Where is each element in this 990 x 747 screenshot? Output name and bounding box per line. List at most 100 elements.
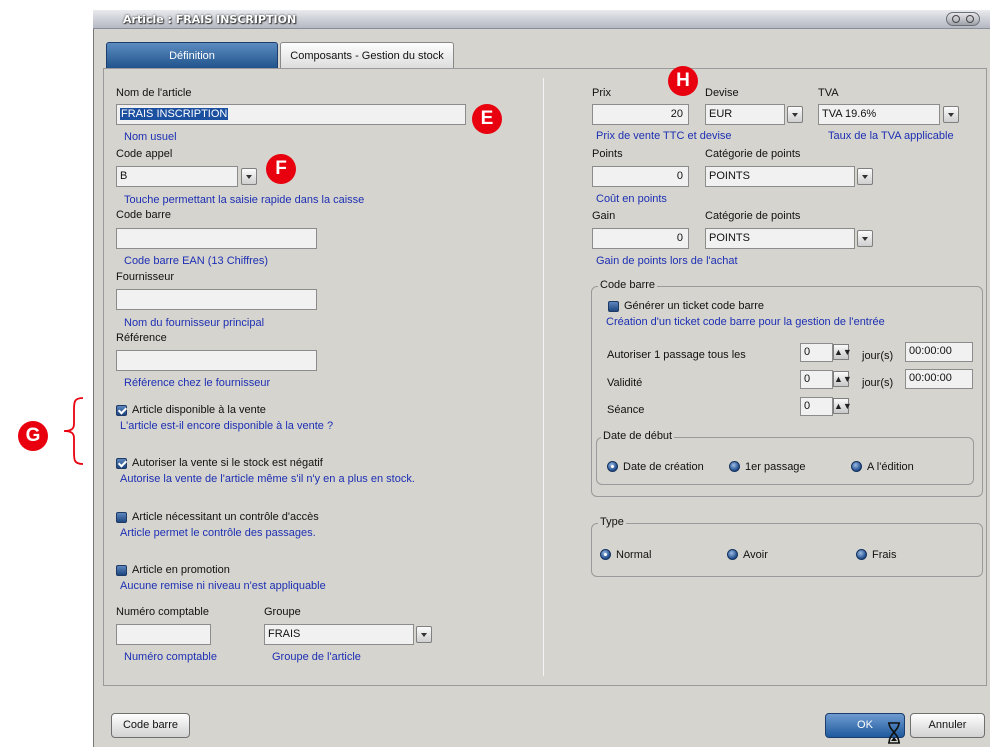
stock-negatif-hint: Autorise la vente de l'article même s'il… xyxy=(120,473,415,485)
controle-acces-checkbox[interactable] xyxy=(116,512,127,523)
autoriser-unit: jour(s) xyxy=(862,350,894,362)
tab-definition[interactable]: Définition xyxy=(106,42,278,69)
annuler-button[interactable]: Annuler xyxy=(910,713,985,738)
minimize-icon[interactable] xyxy=(952,15,960,23)
code-barre-group-legend: Code barre xyxy=(598,279,658,291)
groupe-hint: Groupe de l'article xyxy=(272,651,361,663)
annotation-e-badge: E xyxy=(472,104,502,134)
type-frais-radio[interactable] xyxy=(856,549,867,560)
promotion-checkbox[interactable] xyxy=(116,565,127,576)
annotation-g-badge: G xyxy=(18,421,48,451)
nom-label: Nom de l'article xyxy=(116,87,192,99)
autoriser-spinner-icon[interactable]: ▲▼ xyxy=(833,344,852,360)
devise-select[interactable]: EUR xyxy=(705,104,785,125)
validite-spinner-icon[interactable]: ▲▼ xyxy=(833,371,852,387)
controle-acces-hint: Article permet le contrôle des passages. xyxy=(120,527,316,539)
code-barre-label: Code barre xyxy=(116,209,172,221)
disponible-label: Article disponible à la vente xyxy=(132,404,266,416)
hourglass-icon xyxy=(888,722,900,744)
autoriser-time-input[interactable]: 00:00:00 xyxy=(905,342,973,362)
tva-chevron-down-icon[interactable] xyxy=(943,106,959,123)
window-controls[interactable] xyxy=(946,12,980,26)
numero-comptable-label: Numéro comptable xyxy=(116,606,209,618)
type-frais-label: Frais xyxy=(872,549,897,561)
seance-spinner-icon[interactable]: ▲▼ xyxy=(833,398,852,414)
autoriser-input[interactable]: 0 xyxy=(800,343,833,362)
cat-points-2-chevron-down-icon[interactable] xyxy=(857,230,873,247)
date-creation-radio[interactable] xyxy=(607,461,618,472)
annotation-f-badge: F xyxy=(266,154,296,184)
cat-points-1-select[interactable]: POINTS xyxy=(705,166,855,187)
prix-label: Prix xyxy=(592,87,611,99)
a-edition-label: A l'édition xyxy=(867,461,914,473)
autoriser-label: Autoriser 1 passage tous les xyxy=(607,349,746,361)
stock-negatif-checkbox[interactable] xyxy=(116,458,127,469)
maximize-icon[interactable] xyxy=(966,15,974,23)
tva-select[interactable]: TVA 19.6% xyxy=(818,104,940,125)
points-hint: Coût en points xyxy=(596,193,667,205)
seance-label: Séance xyxy=(607,404,645,416)
fournisseur-input[interactable] xyxy=(116,289,317,310)
nom-value: FRAIS INSCRIPTION xyxy=(120,108,229,120)
reference-input[interactable] xyxy=(116,350,317,371)
nom-input[interactable]: FRAIS INSCRIPTION xyxy=(116,104,466,125)
title-bar[interactable]: Article : FRAIS INSCRIPTION xyxy=(93,10,990,29)
premier-passage-label: 1er passage xyxy=(745,461,806,473)
fournisseur-hint: Nom du fournisseur principal xyxy=(124,317,265,329)
annotation-brace-icon xyxy=(63,397,84,465)
nom-hint: Nom usuel xyxy=(124,131,177,143)
type-avoir-radio[interactable] xyxy=(727,549,738,560)
devise-label: Devise xyxy=(705,87,739,99)
cat-points-1-chevron-down-icon[interactable] xyxy=(857,168,873,185)
gain-input[interactable]: 0 xyxy=(592,228,689,249)
groupe-select[interactable]: FRAIS xyxy=(264,624,414,645)
code-barre-hint: Code barre EAN (13 Chiffres) xyxy=(124,255,269,267)
code-barre-input[interactable] xyxy=(116,228,317,249)
reference-hint: Référence chez le fournisseur xyxy=(124,377,271,389)
disponible-hint: L'article est-il encore disponible à la … xyxy=(120,420,334,432)
code-barre-button[interactable]: Code barre xyxy=(111,713,190,738)
cat-points-2-label: Catégorie de points xyxy=(705,210,801,222)
tva-label: TVA xyxy=(818,87,839,99)
promotion-label: Article en promotion xyxy=(132,564,230,576)
validite-time-input[interactable]: 00:00:00 xyxy=(905,369,973,389)
devise-chevron-down-icon[interactable] xyxy=(787,106,803,123)
type-normal-label: Normal xyxy=(616,549,652,561)
type-avoir-label: Avoir xyxy=(743,549,768,561)
numero-comptable-hint: Numéro comptable xyxy=(124,651,217,663)
gain-label: Gain xyxy=(592,210,616,222)
annotation-h-badge: H xyxy=(668,66,698,96)
groupe-chevron-down-icon[interactable] xyxy=(416,626,432,643)
groupe-label: Groupe xyxy=(264,606,301,618)
prix-hint: Prix de vente TTC et devise xyxy=(596,130,732,142)
window-title: Article : FRAIS INSCRIPTION xyxy=(123,13,297,26)
validite-input[interactable]: 0 xyxy=(800,370,833,389)
type-legend: Type xyxy=(598,516,626,528)
prix-input[interactable]: 20 xyxy=(592,104,689,125)
code-appel-label: Code appel xyxy=(116,148,173,160)
tva-hint: Taux de la TVA applicable xyxy=(828,130,954,142)
gain-hint: Gain de points lors de l'achat xyxy=(596,255,738,267)
points-input[interactable]: 0 xyxy=(592,166,689,187)
reference-label: Référence xyxy=(116,332,167,344)
validite-label: Validité xyxy=(607,377,643,389)
type-normal-radio[interactable] xyxy=(600,549,611,560)
disponible-checkbox[interactable] xyxy=(116,405,127,416)
points-label: Points xyxy=(592,148,623,160)
cat-points-2-select[interactable]: POINTS xyxy=(705,228,855,249)
code-appel-select[interactable]: B xyxy=(116,166,238,187)
validite-unit: jour(s) xyxy=(862,377,894,389)
a-edition-radio[interactable] xyxy=(851,461,862,472)
generer-ticket-checkbox[interactable] xyxy=(608,301,619,312)
numero-comptable-input[interactable] xyxy=(116,624,211,645)
stock-negatif-label: Autoriser la vente si le stock est négat… xyxy=(132,457,323,469)
generer-ticket-hint: Création d'un ticket code barre pour la … xyxy=(606,316,885,328)
cat-points-1-label: Catégorie de points xyxy=(705,148,801,160)
fournisseur-label: Fournisseur xyxy=(116,271,175,283)
promotion-hint: Aucune remise ni niveau n'est appliquabl… xyxy=(120,580,326,592)
controle-acces-label: Article nécessitant un contrôle d'accès xyxy=(132,511,319,523)
code-appel-chevron-down-icon[interactable] xyxy=(241,168,257,185)
premier-passage-radio[interactable] xyxy=(729,461,740,472)
tab-composants[interactable]: Composants - Gestion du stock xyxy=(280,42,454,69)
seance-input[interactable]: 0 xyxy=(800,397,833,416)
